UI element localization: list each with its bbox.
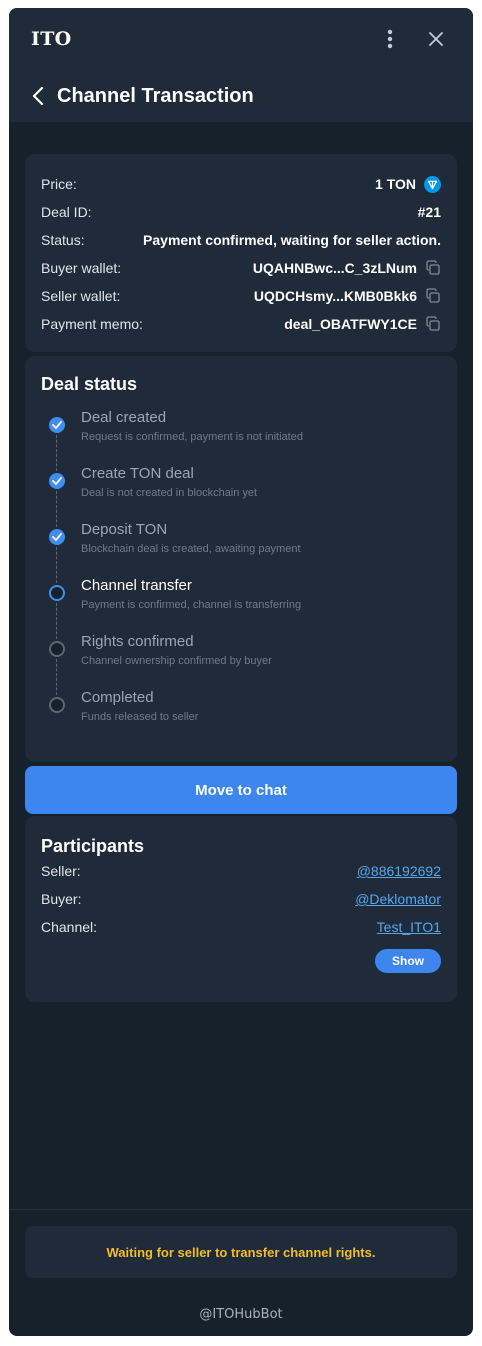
copy-icon[interactable] — [425, 288, 441, 304]
seller-wallet-label: Seller wallet: — [41, 288, 121, 304]
step-connector — [56, 659, 57, 695]
bot-username: @ITOHubBot — [199, 1307, 283, 1322]
buyer-wallet-value: UQAHNBwc...C_3zLNum — [252, 260, 417, 276]
more-vertical-icon — [387, 29, 393, 49]
page-title: Channel Transaction — [57, 84, 254, 107]
participants-card: Participants Seller: @886192692 Buyer: @… — [25, 816, 457, 1002]
participants-title: Participants — [41, 836, 145, 856]
buyer-row: Buyer: @Deklomator — [41, 885, 441, 913]
deal-status-card: Deal status Deal created Request is conf… — [25, 356, 457, 762]
seller-label: Seller: — [41, 863, 81, 879]
deal-id-label: Deal ID: — [41, 204, 92, 220]
step-completed: Completed Funds released to seller — [41, 687, 441, 743]
buyer-wallet-row: Buyer wallet: UQAHNBwc...C_3zLNum — [41, 254, 441, 282]
step-connector — [56, 603, 57, 639]
seller-link[interactable]: @886192692 — [357, 863, 441, 879]
step-subtitle: Funds released to seller — [81, 711, 199, 723]
step-subtitle: Deal is not created in blockchain yet — [81, 487, 258, 499]
channel-link[interactable]: Test_ITO1 — [377, 919, 441, 935]
step-deposit-ton: Deposit TON Blockchain deal is created, … — [41, 519, 441, 583]
step-title: Channel transfer — [81, 577, 192, 594]
step-create-ton-deal: Create TON deal Deal is not created in b… — [41, 463, 441, 527]
title-bar: ITO — [9, 8, 473, 70]
deal-id-row: Deal ID: #21 — [41, 198, 441, 226]
move-to-chat-button[interactable]: Move to chat — [25, 766, 457, 814]
step-rights-confirmed: Rights confirmed Channel ownership confi… — [41, 631, 441, 695]
check-circle-icon — [49, 417, 65, 433]
deal-id-value: #21 — [417, 204, 441, 220]
buyer-label: Buyer: — [41, 891, 82, 907]
price-label: Price: — [41, 176, 77, 192]
main-content: Price: 1 TON Deal ID: #21 Status: Paymen… — [9, 122, 473, 1002]
page-header: Channel Transaction — [9, 70, 473, 122]
seller-wallet-row: Seller wallet: UQDCHsmy...KMB0Bkk6 — [41, 282, 441, 310]
check-circle-icon — [49, 529, 65, 545]
buyer-link[interactable]: @Deklomator — [355, 891, 441, 907]
pending-circle-icon — [49, 641, 65, 657]
step-subtitle: Payment is confirmed, channel is transfe… — [81, 599, 302, 611]
close-icon — [429, 32, 443, 46]
back-button[interactable] — [23, 81, 53, 111]
close-button[interactable] — [421, 24, 451, 54]
price-value: 1 TON — [375, 176, 416, 192]
channel-label: Channel: — [41, 919, 98, 935]
deal-info-card: Price: 1 TON Deal ID: #21 Status: Paymen… — [25, 154, 457, 352]
step-title: Create TON deal — [81, 465, 194, 482]
deal-status-title: Deal status — [41, 374, 138, 394]
check-circle-icon — [49, 473, 65, 489]
status-row: Status: Payment confirmed, waiting for s… — [41, 226, 441, 254]
step-deal-created: Deal created Request is confirmed, payme… — [41, 407, 441, 471]
step-channel-transfer: Channel transfer Payment is confirmed, c… — [41, 575, 441, 639]
step-title: Completed — [81, 689, 154, 706]
seller-wallet-value: UQDCHsmy...KMB0Bkk6 — [253, 288, 417, 304]
seller-row: Seller: @886192692 — [41, 857, 441, 885]
price-row: Price: 1 TON — [41, 170, 441, 198]
chevron-left-icon — [32, 87, 44, 105]
deal-status-steps: Deal created Request is confirmed, payme… — [41, 407, 441, 743]
channel-row: Channel: Test_ITO1 — [41, 913, 441, 941]
copy-icon[interactable] — [425, 260, 441, 276]
step-title: Deal created — [81, 409, 167, 426]
step-connector — [56, 435, 57, 471]
memo-row: Payment memo: deal_OBATFWY1CE — [41, 310, 441, 338]
pending-circle-icon — [49, 697, 65, 713]
memo-value: deal_OBATFWY1CE — [284, 316, 417, 332]
status-notice: Waiting for seller to transfer channel r… — [25, 1226, 457, 1278]
app-title: ITO — [31, 28, 72, 50]
step-subtitle: Request is confirmed, payment is not ini… — [81, 431, 303, 443]
status-value: Payment confirmed, waiting for seller ac… — [143, 232, 441, 248]
show-button[interactable]: Show — [375, 949, 441, 973]
step-connector — [56, 491, 57, 527]
app-window: ITO Channel Transaction Price: 1 TON Dea… — [9, 8, 473, 1336]
more-menu-button[interactable] — [375, 24, 405, 54]
step-subtitle: Channel ownership confirmed by buyer — [81, 655, 272, 667]
active-circle-icon — [49, 585, 65, 601]
step-connector — [56, 547, 57, 583]
footer-divider — [9, 1209, 473, 1210]
status-label: Status: — [41, 232, 85, 248]
copy-icon[interactable] — [425, 316, 441, 332]
memo-label: Payment memo: — [41, 316, 143, 332]
step-title: Rights confirmed — [81, 633, 194, 650]
step-subtitle: Blockchain deal is created, awaiting pay… — [81, 543, 301, 555]
ton-icon — [424, 175, 441, 193]
step-title: Deposit TON — [81, 521, 168, 538]
buyer-wallet-label: Buyer wallet: — [41, 260, 122, 276]
